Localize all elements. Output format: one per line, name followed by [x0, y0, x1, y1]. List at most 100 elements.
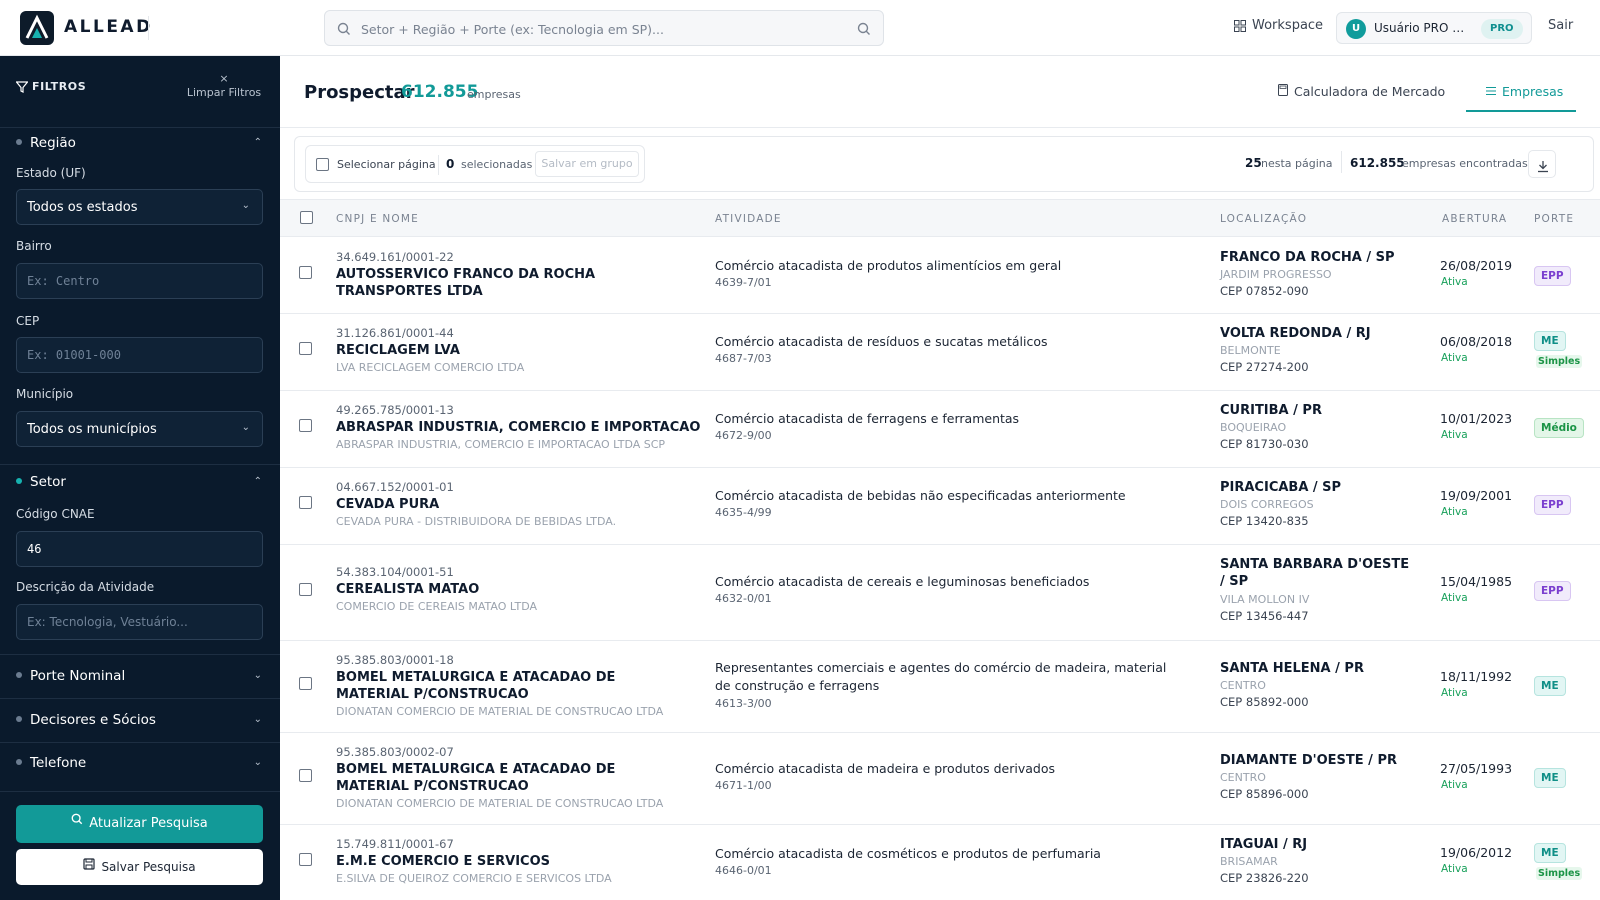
table-row[interactable]: 31.126.861/0001-44 RECICLAGEM LVA LVA RE… — [280, 314, 1600, 391]
clear-filters-button[interactable]: × Limpar Filtros — [184, 72, 264, 100]
company-name[interactable]: AUTOSSERVICO FRANCO DA ROCHA TRANSPORTES… — [336, 266, 676, 300]
company-opening-date: 06/08/2018 — [1440, 334, 1513, 349]
column-header-opening[interactable]: ABERTURA — [1442, 213, 1507, 225]
tab-market-calculator[interactable]: Calculadora de Mercado — [1278, 83, 1445, 99]
active-tab-indicator — [1466, 110, 1576, 112]
section-divider — [0, 791, 280, 792]
filter-icon — [15, 81, 29, 96]
company-city: CURITIBA / PR — [1220, 403, 1322, 418]
company-bairro: VILA MOLLON IV — [1220, 593, 1310, 606]
selected-count: 0 — [446, 157, 455, 171]
workspace-link[interactable]: Workspace — [1234, 18, 1323, 33]
update-search-button[interactable]: Atualizar Pesquisa — [16, 805, 263, 843]
activity-desc-field[interactable] — [16, 604, 263, 640]
table-row[interactable]: 54.383.104/0001-51 CEREALISTA MATAO COME… — [280, 545, 1600, 641]
section-divider — [0, 464, 280, 465]
chevron-down-icon[interactable]: ⌄ — [254, 670, 262, 681]
company-name[interactable]: RECICLAGEM LVA — [336, 342, 676, 359]
size-badge: ME — [1534, 676, 1566, 696]
chevron-down-icon[interactable]: ⌄ — [254, 714, 262, 725]
company-name[interactable]: BOMEL METALURGICA E ATACADAO DE MATERIAL… — [336, 669, 676, 703]
company-cnae-code: 4639-7/01 — [715, 276, 772, 289]
company-name[interactable]: CEREALISTA MATAO — [336, 581, 676, 598]
company-opening-date: 27/05/1993 — [1440, 761, 1513, 776]
select-all-checkbox[interactable] — [300, 211, 313, 224]
row-checkbox[interactable] — [299, 677, 312, 690]
select-page-checkbox[interactable] — [316, 158, 329, 171]
column-header-location[interactable]: LOCALIZAÇÃO — [1220, 213, 1307, 225]
section-porte-header[interactable]: Porte Nominal — [16, 668, 125, 684]
tab-companies[interactable]: Empresas — [1486, 84, 1563, 99]
company-cep: CEP 13420-835 — [1220, 514, 1309, 528]
section-sector-header[interactable]: Setor — [16, 474, 66, 490]
filters-title: FILTROS — [32, 80, 87, 93]
table-row[interactable]: 04.667.152/0001-01 CEVADA PURA CEVADA PU… — [280, 468, 1600, 545]
results-toolbar: Selecionar página 0 selecionadas Salvar … — [294, 136, 1594, 192]
company-cnpj: 31.126.861/0001-44 — [336, 326, 454, 340]
municipio-select[interactable]: Todos os municípios ⌄ — [16, 411, 263, 447]
section-telefone-header[interactable]: Telefone — [16, 755, 86, 771]
save-group-button[interactable]: Salvar em grupo — [535, 151, 639, 177]
user-menu[interactable]: U Usuário PRO De... PRO — [1336, 12, 1532, 44]
table-row[interactable]: 15.749.811/0001-67 E.M.E COMERCIO E SERV… — [280, 825, 1600, 900]
table-row[interactable]: 95.385.803/0002-07 BOMEL METALURGICA E A… — [280, 733, 1600, 825]
section-region-title: Região — [30, 135, 76, 151]
search-input[interactable] — [361, 18, 841, 40]
company-bairro: BELMONTE — [1220, 344, 1281, 357]
download-button[interactable] — [1528, 150, 1556, 178]
row-checkbox[interactable] — [299, 266, 312, 279]
row-checkbox[interactable] — [299, 342, 312, 355]
municipio-label: Município — [16, 387, 74, 401]
row-checkbox[interactable] — [299, 419, 312, 432]
save-search-label: Salvar Pesquisa — [101, 860, 196, 874]
row-checkbox[interactable] — [299, 496, 312, 509]
company-status: Ativa — [1441, 276, 1468, 288]
main-content: Prospectar 612.855 empresas Calculadora … — [280, 56, 1600, 900]
company-status: Ativa — [1441, 506, 1468, 518]
column-header-size[interactable]: PORTE — [1534, 213, 1574, 225]
table-row[interactable]: 34.649.161/0001-22 AUTOSSERVICO FRANCO D… — [280, 238, 1600, 314]
save-search-button[interactable]: Salvar Pesquisa — [16, 849, 263, 885]
company-cnae-code: 4635-4/99 — [715, 506, 772, 519]
search-icon — [71, 803, 83, 841]
search-bar[interactable] — [324, 10, 884, 46]
chevron-up-icon[interactable]: ⌃ — [254, 137, 262, 148]
logout-link[interactable]: Sair — [1548, 18, 1573, 33]
list-icon — [1486, 84, 1496, 99]
company-city: SANTA HELENA / PR — [1220, 661, 1364, 676]
company-name[interactable]: CEVADA PURA — [336, 496, 676, 513]
company-name[interactable]: E.M.E COMERCIO E SERVICOS — [336, 853, 676, 870]
section-region-header[interactable]: Região — [16, 135, 76, 151]
section-dot — [16, 759, 22, 765]
company-name[interactable]: BOMEL METALURGICA E ATACADAO DE MATERIAL… — [336, 761, 676, 795]
company-cnae-code: 4687-7/03 — [715, 352, 772, 365]
column-header-cnpj[interactable]: CNPJ E NOME — [336, 213, 419, 225]
table-header: CNPJ E NOME ATIVIDADE LOCALIZAÇÃO ABERTU… — [280, 199, 1600, 237]
allead-logo[interactable] — [20, 11, 54, 45]
chevron-up-icon[interactable]: ⌃ — [254, 476, 262, 487]
cnae-field[interactable] — [16, 531, 263, 567]
company-activity: Comércio atacadista de resíduos e sucata… — [715, 334, 1048, 349]
row-checkbox[interactable] — [299, 853, 312, 866]
top-bar: ALLEAD Workspace U Usuário PRO De... PRO… — [0, 0, 1600, 56]
simples-badge: Simples — [1536, 867, 1583, 880]
company-opening-date: 19/06/2012 — [1440, 845, 1513, 860]
state-select[interactable]: Todos os estados ⌄ — [16, 189, 263, 225]
company-trade-name: COMERCIO DE CEREAIS MATAO LTDA — [336, 600, 537, 613]
search-submit-icon[interactable] — [857, 21, 871, 40]
grid-icon — [1234, 20, 1246, 36]
table-row[interactable]: 49.265.785/0001-13 ABRASPAR INDUSTRIA, C… — [280, 391, 1600, 468]
section-decisores-header[interactable]: Decisores e Sócios — [16, 712, 156, 728]
table-row[interactable]: 95.385.803/0001-18 BOMEL METALURGICA E A… — [280, 641, 1600, 733]
row-checkbox[interactable] — [299, 583, 312, 596]
row-checkbox[interactable] — [299, 769, 312, 782]
bairro-field[interactable] — [16, 263, 263, 299]
select-page-label[interactable]: Selecionar página — [337, 158, 436, 171]
company-cep: CEP 07852-090 — [1220, 284, 1309, 298]
cep-field[interactable] — [16, 337, 263, 373]
section-dot — [16, 139, 22, 145]
column-header-activity[interactable]: ATIVIDADE — [715, 213, 782, 225]
chevron-down-icon[interactable]: ⌄ — [254, 757, 262, 768]
company-name[interactable]: ABRASPAR INDUSTRIA, COMERCIO E IMPORTACA… — [336, 419, 716, 436]
selection-divider — [438, 155, 439, 175]
